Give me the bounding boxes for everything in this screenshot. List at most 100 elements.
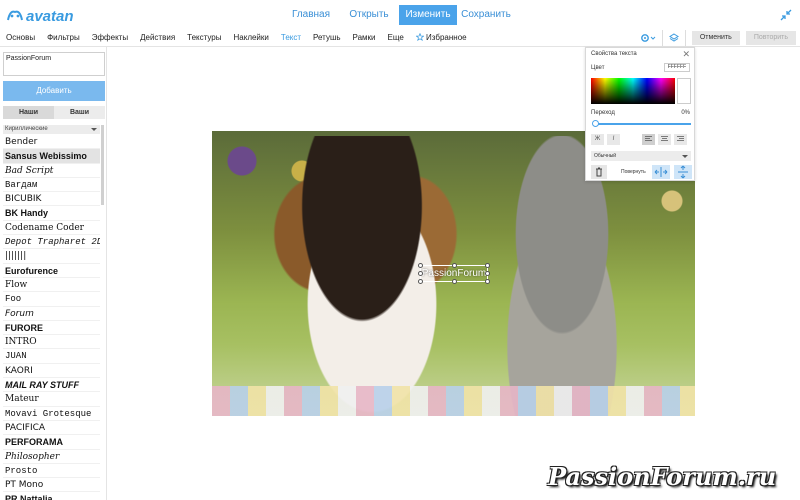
format-buttons: Ж I <box>591 134 687 145</box>
font-list-item[interactable]: Barдам <box>3 178 100 193</box>
star-icon <box>415 32 425 42</box>
font-source-tabs: Наши Ваши <box>3 106 105 119</box>
flip-horizontal-button[interactable] <box>651 165 670 179</box>
flip-horizontal-icon <box>654 167 668 177</box>
font-list-item[interactable]: JUAN <box>3 349 100 364</box>
font-category-value: Кириллические <box>5 126 48 132</box>
tool-more[interactable]: Еще <box>382 30 410 46</box>
tool-retouch[interactable]: Ретушь <box>307 30 347 46</box>
chevron-down-icon <box>682 155 688 158</box>
font-category-select[interactable]: Кириллические <box>3 125 100 134</box>
watermark: PassionForum.ru <box>548 462 777 491</box>
font-list-item[interactable]: BICUBIK <box>3 192 100 207</box>
text-style-select[interactable]: Обычный <box>591 151 691 161</box>
action-row: Повернуть <box>591 165 692 179</box>
align-center-icon[interactable] <box>658 134 671 145</box>
font-list-item[interactable]: Bender <box>3 135 100 150</box>
tool-actions[interactable]: Действия <box>134 30 181 46</box>
logo-text: avatan <box>26 7 74 25</box>
resize-handle[interactable] <box>418 279 423 284</box>
resize-handle[interactable] <box>485 271 490 276</box>
align-left-icon[interactable] <box>642 134 655 145</box>
color-swatch[interactable] <box>677 78 691 104</box>
italic-button[interactable]: I <box>607 134 620 145</box>
layers-icon[interactable] <box>668 33 679 43</box>
resize-handle[interactable] <box>485 263 490 268</box>
tool-frames[interactable]: Рамки <box>347 30 382 46</box>
font-list-item[interactable]: Philosopher <box>3 450 100 464</box>
tool-filters[interactable]: Фильтры <box>41 30 86 46</box>
font-list: Bender Sansus Webissimo Bad Script Barдам BI… <box>3 135 100 500</box>
font-list-item[interactable]: FURORE <box>3 321 100 336</box>
transition-slider-handle[interactable] <box>592 120 599 127</box>
font-list-item[interactable]: Bad Script <box>3 164 100 178</box>
close-icon[interactable]: ✕ <box>682 49 690 60</box>
font-list-item[interactable]: Foo <box>3 292 100 307</box>
collapse-icon[interactable] <box>780 9 792 21</box>
resize-handle[interactable] <box>485 279 490 284</box>
font-list-item[interactable]: Sansus Webissimo <box>3 149 100 164</box>
tab-our-fonts[interactable]: Наши <box>3 106 54 119</box>
font-list-item[interactable]: Movavi Grotesque <box>3 407 100 421</box>
font-list-item[interactable]: PACIFICA <box>3 421 100 436</box>
resize-handle[interactable] <box>418 263 423 268</box>
font-list-item[interactable]: MAIL RAY STUFF <box>3 378 100 393</box>
photo-blanket <box>212 386 695 416</box>
font-list-item[interactable]: ||||||| <box>3 249 100 264</box>
font-list-item[interactable]: Mateur <box>3 392 100 407</box>
resize-handle[interactable] <box>418 271 423 276</box>
add-text-button[interactable]: Добавить <box>3 81 105 101</box>
transition-label: Переход <box>591 110 615 116</box>
logo-mark-icon <box>7 10 23 21</box>
canvas-text-object[interactable]: PassionForum <box>418 263 490 284</box>
main-tabs: Главная Открыть Изменить Сохранить <box>282 5 515 25</box>
transition-value: 0% <box>681 110 690 116</box>
toolbar-divider <box>661 30 663 46</box>
tool-stickers[interactable]: Наклейки <box>228 30 275 46</box>
undo-button[interactable]: Отменить <box>691 31 740 45</box>
tool-favorites[interactable]: Избранное <box>410 30 473 46</box>
tab-open[interactable]: Открыть <box>340 5 398 25</box>
font-list-item[interactable]: BK Handy <box>3 206 100 221</box>
text-input[interactable]: PassionForum <box>3 52 105 76</box>
font-list-item[interactable]: KAORI <box>3 364 100 379</box>
settings-icon[interactable] <box>640 33 656 43</box>
font-list-item[interactable]: PR Nattalia <box>3 492 100 500</box>
redo-button[interactable]: Повторить <box>745 31 796 45</box>
font-list-item[interactable]: PT Mono <box>3 478 100 493</box>
tab-save[interactable]: Сохранить <box>457 5 515 25</box>
tool-favorites-label: Избранное <box>426 33 467 42</box>
tab-edit[interactable]: Изменить <box>399 5 457 25</box>
font-list-item[interactable]: Prosto <box>3 464 100 479</box>
font-list-item[interactable]: Codename Coder <box>3 221 100 236</box>
tool-effects[interactable]: Эффекты <box>86 30 134 46</box>
font-list-scrollbar[interactable] <box>101 125 104 205</box>
flip-vertical-icon <box>677 165 688 179</box>
resize-handle[interactable] <box>452 263 457 268</box>
text-style-value: Обычный <box>594 153 617 159</box>
font-list-item[interactable]: Flow <box>3 278 100 293</box>
delete-button[interactable] <box>591 165 607 179</box>
color-label: Цвет <box>591 65 605 71</box>
font-list-item[interactable]: Eurofurence <box>3 264 100 278</box>
avatan-logo[interactable]: avatan <box>6 6 74 26</box>
font-list-item[interactable]: Depot Trapharet 2D <box>3 235 100 250</box>
tool-basics[interactable]: Основы <box>0 30 41 46</box>
tool-textures[interactable]: Текстуры <box>181 30 227 46</box>
panel-title: Свойства текста <box>591 51 637 57</box>
bold-button[interactable]: Ж <box>591 134 604 145</box>
tool-text[interactable]: Текст <box>275 30 307 46</box>
font-list-item[interactable]: PERFORAMA <box>3 435 100 450</box>
tab-home[interactable]: Главная <box>282 5 340 25</box>
font-list-item[interactable]: INTRO <box>3 335 100 350</box>
color-spectrum[interactable] <box>591 78 675 104</box>
align-right-icon[interactable] <box>674 134 687 145</box>
transition-slider[interactable] <box>595 123 691 125</box>
resize-handle[interactable] <box>452 279 457 284</box>
tab-your-fonts[interactable]: Ваши <box>54 106 105 119</box>
font-list-item[interactable]: Forum <box>3 307 100 321</box>
color-hex-input[interactable]: FFFFFF <box>664 63 690 72</box>
toolbar-right: Отменить Повторить <box>640 30 796 46</box>
text-panel: PassionForum Добавить Наши Ваши Кириллич… <box>0 47 107 500</box>
flip-vertical-button[interactable] <box>673 165 692 179</box>
